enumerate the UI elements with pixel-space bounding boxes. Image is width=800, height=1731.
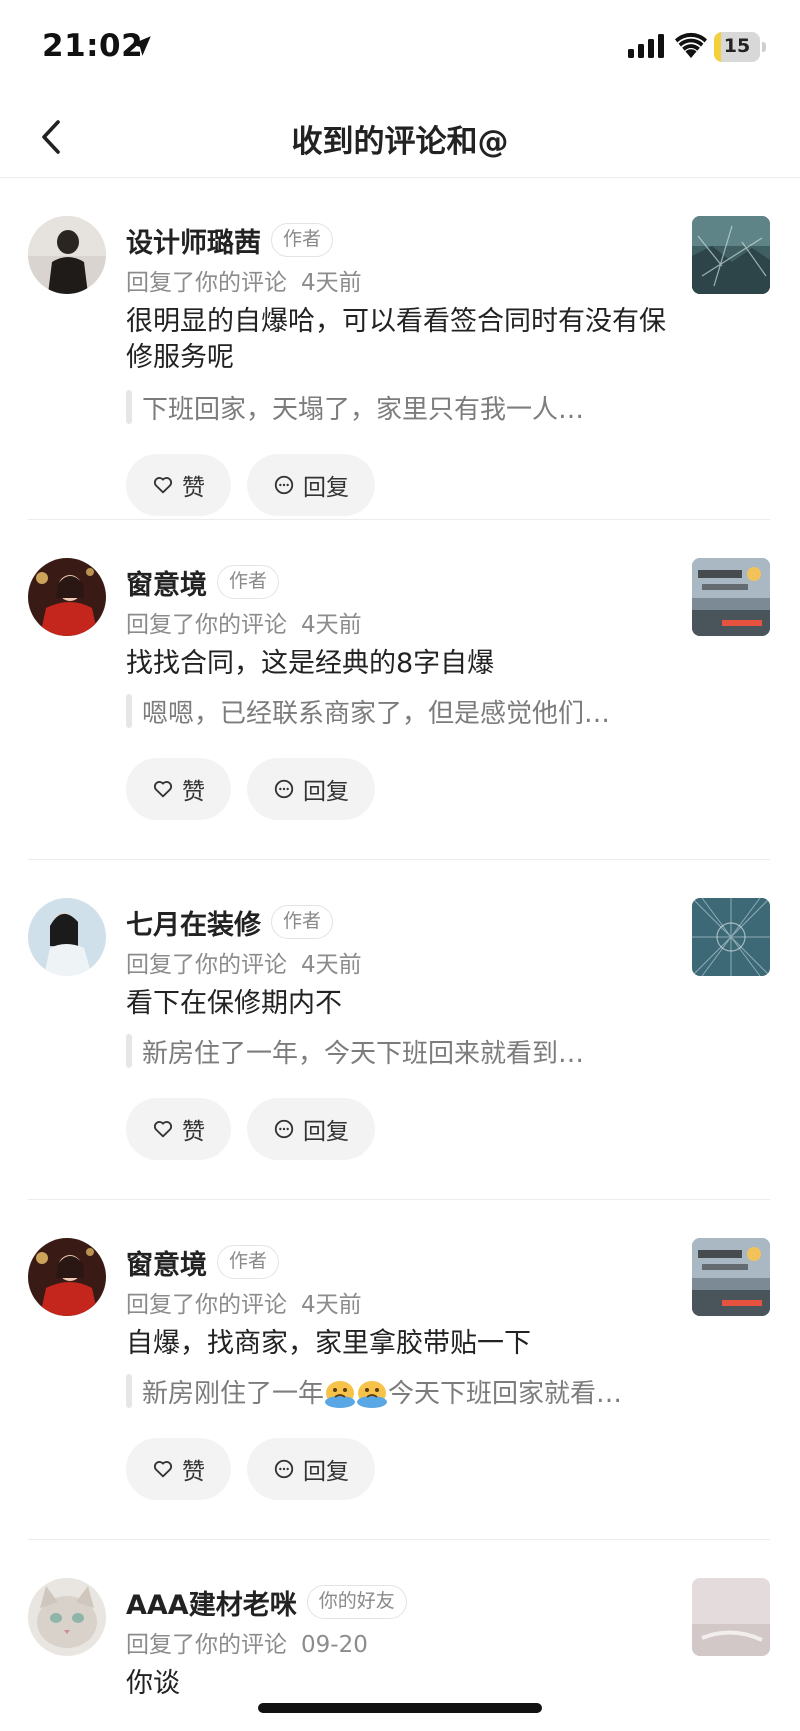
comment-feed: 设计师璐茜 作者 回复了你的评论 4天前 很明显的自爆哈，可以看看签合同时有没有保… [0,178,800,1720]
crying-face-emoji-icon [325,1380,356,1408]
chat-bubble-icon [274,779,294,799]
like-button[interactable]: 赞 [126,758,231,820]
like-label: 赞 [182,1119,205,1145]
action-text: 回复了你的评论 [126,952,287,978]
reply-button[interactable]: 回复 [247,454,375,516]
action-row: 赞 回复 [126,1098,391,1160]
post-thumbnail[interactable] [692,558,770,636]
action-row: 赞 回复 [126,454,391,516]
timestamp: 4天前 [301,1292,362,1318]
location-arrow-icon [131,36,151,56]
action-text: 回复了你的评论 [126,1632,287,1658]
comment-meta: 回复了你的评论 4天前 [126,263,362,297]
quote-text: 下班回家，天塌了，家里只有我一人… [142,394,585,425]
comment-meta: 回复了你的评论 4天前 [126,1285,362,1319]
timestamp: 4天前 [301,612,362,638]
comment-item: 设计师璐茜 作者 回复了你的评论 4天前 很明显的自爆哈，可以看看签合同时有没有保… [0,178,800,520]
avatar[interactable] [28,216,106,294]
author-tag: 作者 [271,905,334,939]
reply-label: 回复 [303,475,349,501]
friend-tag: 你的好友 [306,1585,407,1619]
chat-bubble-icon [274,1459,294,1479]
post-thumbnail[interactable] [692,216,770,294]
timestamp: 4天前 [301,270,362,296]
reply-label: 回复 [303,1119,349,1145]
comment-text[interactable]: 很明显的自爆哈，可以看看签合同时有没有保修服务呢 [126,304,666,376]
user-name[interactable]: AAA建材老咪 [126,1583,297,1622]
comment-meta: 回复了你的评论 09-20 [126,1625,368,1659]
avatar[interactable] [28,1238,106,1316]
user-name[interactable]: 七月在装修 [126,903,261,942]
cellular-signal-icon [628,34,664,58]
quote-text: 新房刚住了一年 今天下班回家就看… [142,1373,622,1410]
post-thumbnail[interactable] [692,898,770,976]
quoted-comment[interactable]: 新房刚住了一年 今天下班回家就看… [126,1373,666,1410]
battery-indicator: 15 [714,32,766,62]
avatar[interactable] [28,558,106,636]
quote-bar [126,1034,132,1068]
like-button[interactable]: 赞 [126,454,231,516]
quoted-comment[interactable]: 新房住了一年，今天下班回来就看到… [126,1034,666,1069]
reply-label: 回复 [303,1459,349,1485]
chat-bubble-icon [274,1119,294,1139]
reply-label: 回复 [303,779,349,805]
quote-bar [126,1374,132,1408]
comment-text[interactable]: 你谈 [126,1666,666,1702]
battery-level-text: 15 [723,35,751,57]
reply-button[interactable]: 回复 [247,758,375,820]
author-tag: 作者 [217,1245,280,1279]
action-text: 回复了你的评论 [126,1292,287,1318]
comment-item: 七月在装修 作者 回复了你的评论 4天前 看下在保修期内不 新房住了一年，今天下班… [0,860,800,1200]
nav-bar: 收到的评论和@ [0,96,800,178]
comment-item: 窗意境 作者 回复了你的评论 4天前 自爆，找商家，家里拿胶带贴一下 新房刚住了一… [0,1200,800,1540]
wifi-icon [675,32,707,58]
crying-face-emoji-icon [357,1380,388,1408]
action-row: 赞 回复 [126,758,391,820]
heart-icon [153,477,173,494]
like-label: 赞 [182,475,205,501]
quote-text: 新房住了一年，今天下班回来就看到… [142,1038,585,1069]
comment-text[interactable]: 自爆，找商家，家里拿胶带贴一下 [126,1326,666,1362]
like-button[interactable]: 赞 [126,1098,231,1160]
heart-icon [153,781,173,798]
user-name[interactable]: 窗意境 [126,1243,207,1282]
action-text: 回复了你的评论 [126,612,287,638]
timestamp: 4天前 [301,952,362,978]
user-name[interactable]: 窗意境 [126,563,207,602]
comment-text[interactable]: 看下在保修期内不 [126,986,666,1022]
like-label: 赞 [182,1459,205,1485]
avatar[interactable] [28,898,106,976]
reply-button[interactable]: 回复 [247,1098,375,1160]
action-text: 回复了你的评论 [126,270,287,296]
like-label: 赞 [182,779,205,805]
author-tag: 作者 [271,223,334,257]
author-tag: 作者 [217,565,280,599]
comment-text[interactable]: 找找合同，这是经典的8字自爆 [126,646,666,682]
comment-item: 窗意境 作者 回复了你的评论 4天前 找找合同，这是经典的8字自爆 嗯嗯，已经联系… [0,520,800,860]
avatar[interactable] [28,1578,106,1656]
quoted-comment[interactable]: 下班回家，天塌了，家里只有我一人… [126,390,666,425]
action-row: 赞 回复 [126,1438,391,1500]
quote-bar [126,694,132,728]
quote-text-part: 今天下班回家就看… [388,1378,623,1409]
heart-icon [153,1461,173,1478]
heart-icon [153,1121,173,1138]
post-thumbnail[interactable] [692,1578,770,1656]
reply-button[interactable]: 回复 [247,1438,375,1500]
quoted-comment[interactable]: 嗯嗯，已经联系商家了，但是感觉他们… [126,694,666,729]
like-button[interactable]: 赞 [126,1438,231,1500]
quote-bar [126,390,132,424]
chat-bubble-icon [274,475,294,495]
status-bar: 21:02 15 [0,0,800,96]
home-indicator[interactable] [258,1703,542,1713]
page-title: 收到的评论和@ [291,124,509,160]
comment-item: AAA建材老咪 你的好友 回复了你的评论 09-20 你谈 [0,1540,800,1720]
user-name[interactable]: 设计师璐茜 [126,221,261,260]
quote-text: 嗯嗯，已经联系商家了，但是感觉他们… [142,698,611,729]
quote-text-part: 新房刚住了一年 [142,1378,325,1409]
post-thumbnail[interactable] [692,1238,770,1316]
comment-meta: 回复了你的评论 4天前 [126,945,362,979]
comment-meta: 回复了你的评论 4天前 [126,605,362,639]
timestamp: 09-20 [301,1632,368,1658]
